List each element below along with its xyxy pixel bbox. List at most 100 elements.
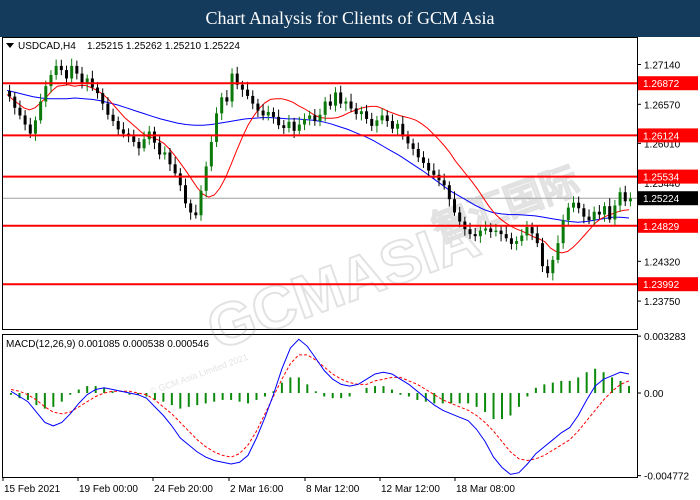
candle-body: [194, 212, 198, 216]
candle-body: [13, 96, 17, 108]
candle-body: [582, 208, 586, 217]
candle-body: [473, 234, 477, 237]
candle-body: [572, 202, 576, 208]
candle-body: [204, 166, 208, 191]
candle-body: [28, 124, 32, 134]
time-tick-label: 18 Mar 08:00: [456, 484, 515, 495]
candle-body: [608, 206, 612, 220]
candle-body: [64, 70, 68, 79]
candle-body: [566, 207, 570, 221]
candle-body: [142, 139, 146, 149]
candle-body: [183, 185, 187, 204]
macd-tick-label: -0.004772: [644, 472, 689, 483]
candle-body: [416, 148, 420, 158]
candle-body: [96, 87, 100, 94]
current-price-label: 1.25224: [643, 194, 680, 205]
candle-body: [225, 97, 229, 102]
candle-body: [23, 115, 27, 125]
candle-body: [152, 131, 156, 143]
candle-body: [515, 241, 519, 244]
candle-body: [603, 206, 607, 215]
candle-body: [396, 123, 400, 129]
candle-body: [323, 101, 327, 115]
candle-body: [334, 92, 338, 106]
candle-body: [240, 84, 244, 90]
page-title: Chart Analysis for Clients of GCM Asia: [0, 0, 700, 37]
candle-body: [215, 113, 219, 142]
candle-body: [54, 65, 58, 75]
symbol-label: USDCAD,H4: [18, 41, 76, 52]
candle-body: [246, 89, 250, 96]
candle-body: [556, 243, 560, 260]
candle-body: [261, 110, 265, 116]
candle-body: [530, 227, 534, 234]
candle-body: [266, 111, 270, 116]
candle-body: [390, 121, 394, 129]
macd-label: MACD(12,26,9) 0.001085 0.000538 0.000546: [6, 339, 209, 350]
candle-body: [370, 118, 374, 126]
candle-body: [277, 116, 281, 126]
candle-body: [199, 190, 203, 216]
candle-body: [75, 65, 79, 74]
candle-body: [189, 203, 193, 213]
candle-body: [287, 121, 291, 129]
candle-body: [137, 141, 141, 149]
candle-body: [116, 121, 120, 130]
candle-body: [44, 86, 48, 102]
level-label: 1.25534: [643, 173, 680, 184]
price-tick-label: 1.24320: [644, 257, 681, 268]
candle-body: [328, 101, 332, 106]
candle-body: [613, 205, 617, 220]
candle-body: [339, 92, 343, 104]
candle-body: [546, 266, 550, 274]
candle-body: [453, 199, 457, 213]
candle-body: [509, 238, 513, 244]
candle-body: [111, 114, 115, 122]
candle-body: [628, 198, 632, 202]
candle-body: [365, 111, 369, 119]
candle-body: [163, 152, 167, 155]
candle-body: [499, 230, 503, 235]
candle-body: [59, 65, 63, 71]
chart-area: GCMASIA 智汇国际 © GCM Asia Limited 2021 USD…: [2, 37, 698, 500]
candle-body: [442, 180, 446, 186]
candle-body: [561, 220, 565, 244]
candle-body: [354, 108, 358, 115]
candle-body: [447, 185, 451, 200]
ohlc-label: 1.25215 1.25262 1.25210 1.25224: [87, 41, 240, 52]
candle-body: [106, 103, 110, 115]
time-tick-label: 24 Feb 20:00: [154, 484, 213, 495]
candle-body: [520, 235, 524, 242]
candle-body: [18, 107, 22, 116]
candle-body: [271, 111, 275, 117]
candle-body: [168, 152, 172, 165]
macd-tick-label: 0.003283: [644, 332, 686, 343]
candle-body: [597, 211, 601, 215]
level-label: 1.24829: [643, 222, 680, 233]
time-tick-label: 19 Feb 00:00: [79, 484, 138, 495]
candle-body: [577, 202, 581, 209]
candle-body: [173, 164, 177, 174]
candle-body: [484, 228, 488, 231]
candle-body: [504, 234, 508, 239]
candle-body: [458, 212, 462, 222]
candle-body: [618, 192, 622, 206]
level-label: 1.26872: [643, 79, 680, 90]
time-tick-label: 15 Feb 2021: [4, 484, 61, 495]
candle-body: [297, 124, 301, 131]
time-tick-label: 2 Mar 16:00: [230, 484, 284, 495]
candle-body: [525, 227, 529, 236]
candle-body: [49, 74, 53, 87]
candle-body: [587, 216, 591, 221]
candle-body: [623, 192, 627, 202]
candle-body: [494, 230, 498, 232]
candle-body: [292, 121, 296, 131]
price-tick-label: 1.27140: [644, 61, 681, 72]
time-tick-label: 8 Mar 12:00: [306, 484, 360, 495]
candle-body: [421, 157, 425, 163]
candle-body: [349, 101, 353, 109]
candle-body: [535, 233, 539, 244]
candle-body: [209, 141, 213, 167]
candle-body: [468, 229, 472, 235]
time-tick-label: 12 Mar 12:00: [381, 484, 440, 495]
